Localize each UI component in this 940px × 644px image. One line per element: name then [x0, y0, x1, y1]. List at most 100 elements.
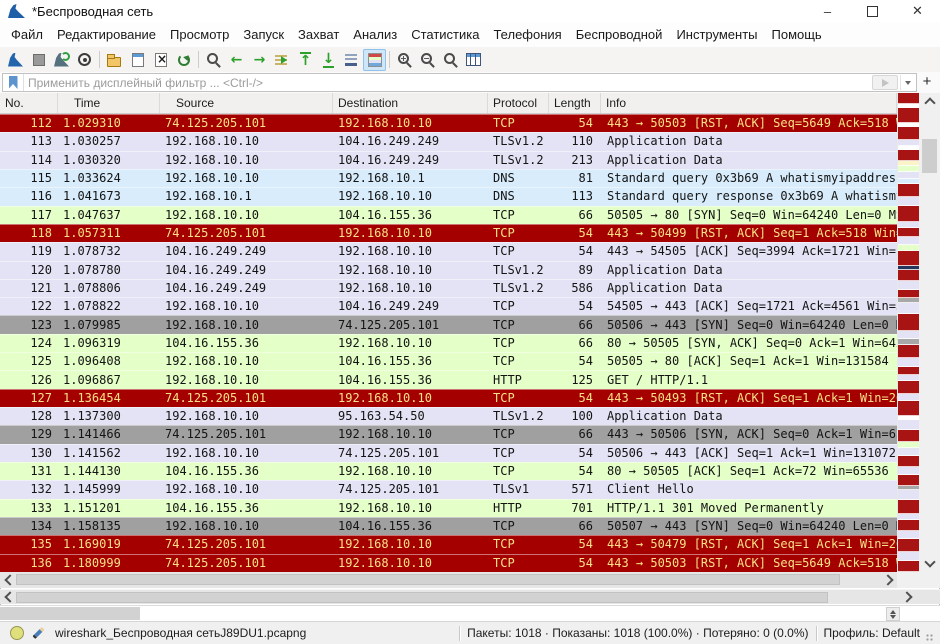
- packet-row[interactable]: 1201.078780104.16.249.249192.168.10.10TL…: [0, 261, 897, 279]
- cell-no: 114: [0, 153, 58, 167]
- menu-item[interactable]: Статистика: [404, 24, 486, 45]
- zoom-out-button[interactable]: [416, 49, 439, 71]
- capture-options-button[interactable]: [73, 49, 96, 71]
- packet-row[interactable]: 1281.137300192.168.10.1095.163.54.50TLSv…: [0, 407, 897, 425]
- packet-row[interactable]: 1301.141562192.168.10.1074.125.205.101TC…: [0, 444, 897, 462]
- column-header-time[interactable]: Time: [58, 93, 160, 113]
- packet-list-hscrollbar[interactable]: [0, 572, 897, 588]
- expert-info-button[interactable]: [10, 626, 24, 640]
- display-filter-input[interactable]: [24, 76, 872, 90]
- menu-item[interactable]: Запуск: [236, 24, 291, 45]
- packet-row[interactable]: 1221.078822192.168.10.10104.16.249.249TC…: [0, 297, 897, 315]
- packet-row[interactable]: 1341.158135192.168.10.10104.16.155.36TCP…: [0, 517, 897, 535]
- packet-row[interactable]: 1181.05731174.125.205.101192.168.10.10TC…: [0, 224, 897, 242]
- column-header-length[interactable]: Length: [549, 93, 601, 113]
- window-title: *Беспроводная сеть: [32, 4, 153, 19]
- column-header-protocol[interactable]: Protocol: [488, 93, 549, 113]
- minimize-button[interactable]: –: [805, 0, 850, 22]
- cell-src: 192.168.10.10: [160, 446, 333, 460]
- menu-item[interactable]: Редактирование: [50, 24, 163, 45]
- scroll-left-button[interactable]: [0, 572, 16, 588]
- start-capture-button[interactable]: [4, 49, 27, 71]
- scroll-right-button[interactable]: [900, 590, 916, 604]
- cell-time: 1.078822: [58, 299, 160, 313]
- scroll-left-button[interactable]: [0, 590, 16, 604]
- column-header-source[interactable]: Source: [160, 93, 333, 113]
- stop-capture-button[interactable]: [27, 49, 50, 71]
- menu-item[interactable]: Анализ: [346, 24, 404, 45]
- packet-row[interactable]: 1351.16901974.125.205.101192.168.10.10TC…: [0, 535, 897, 553]
- column-header-no[interactable]: No.: [0, 93, 58, 113]
- open-file-icon: [106, 52, 123, 68]
- close-file-button[interactable]: [149, 49, 172, 71]
- colorize-button[interactable]: [363, 49, 386, 71]
- resize-grip-icon[interactable]: [926, 634, 934, 642]
- hscrollbar-thumb[interactable]: [16, 592, 828, 603]
- filter-dropdown-button[interactable]: [900, 75, 915, 90]
- menu-item[interactable]: Беспроводной: [569, 24, 670, 45]
- packet-row[interactable]: 1321.145999192.168.10.1074.125.205.101TL…: [0, 480, 897, 498]
- filter-apply-button[interactable]: [872, 75, 898, 90]
- first-packet-button[interactable]: ↑: [294, 49, 317, 71]
- packet-row[interactable]: 1271.13645474.125.205.101192.168.10.10TC…: [0, 389, 897, 407]
- find-packet-button[interactable]: [202, 49, 225, 71]
- packet-row[interactable]: 1311.144130104.16.155.36192.168.10.10TCP…: [0, 462, 897, 480]
- zoom-100-button[interactable]: [439, 49, 462, 71]
- cell-len: 54: [549, 556, 601, 570]
- next-packet-button[interactable]: →: [248, 49, 271, 71]
- menu-item[interactable]: Телефония: [486, 24, 568, 45]
- packet-row[interactable]: 1241.096319104.16.155.36192.168.10.10TCP…: [0, 334, 897, 352]
- secondary-hscrollbar[interactable]: [0, 589, 940, 604]
- packet-row[interactable]: 1361.18099974.125.205.101192.168.10.10TC…: [0, 554, 897, 572]
- cell-info: 443 → 50503 [RST, ACK] Seq=5649 Ack=518 …: [601, 556, 897, 570]
- pane-spinner[interactable]: [886, 607, 900, 621]
- packet-row[interactable]: 1291.14146674.125.205.101192.168.10.10TC…: [0, 425, 897, 443]
- last-packet-button[interactable]: ↓: [317, 49, 340, 71]
- reload-file-button[interactable]: [172, 49, 195, 71]
- column-header-destination[interactable]: Destination: [333, 93, 488, 113]
- packet-row[interactable]: 1121.02931074.125.205.101192.168.10.10TC…: [0, 114, 897, 132]
- restart-capture-button[interactable]: [50, 49, 73, 71]
- previous-packet-button[interactable]: ←: [225, 49, 248, 71]
- vertical-scrollbar-thumb[interactable]: [922, 139, 937, 173]
- maximize-button[interactable]: [850, 0, 895, 22]
- open-file-button[interactable]: [103, 49, 126, 71]
- menu-item[interactable]: Инструменты: [669, 24, 764, 45]
- packet-row[interactable]: 1141.030320192.168.10.10104.16.249.249TL…: [0, 151, 897, 169]
- cell-time: 1.078732: [58, 244, 160, 258]
- save-file-button[interactable]: [126, 49, 149, 71]
- menu-item[interactable]: Захват: [291, 24, 346, 45]
- scroll-right-button[interactable]: [881, 572, 897, 588]
- column-header-info[interactable]: Info: [601, 93, 897, 113]
- zoom-in-button[interactable]: [393, 49, 416, 71]
- packet-row[interactable]: 1131.030257192.168.10.10104.16.249.249TL…: [0, 132, 897, 150]
- resize-columns-button[interactable]: [462, 49, 485, 71]
- cell-no: 115: [0, 171, 58, 185]
- go-to-packet-button[interactable]: [271, 49, 294, 71]
- packet-row[interactable]: 1261.096867192.168.10.10104.16.155.36HTT…: [0, 370, 897, 388]
- cell-no: 118: [0, 226, 58, 240]
- auto-scroll-button[interactable]: [340, 49, 363, 71]
- toolbar-separator: [99, 51, 100, 68]
- hscrollbar-thumb[interactable]: [16, 574, 840, 585]
- intelligent-scrollbar-minimap[interactable]: [897, 93, 919, 572]
- profile-selector[interactable]: Профиль: Default: [824, 626, 921, 640]
- capture-comment-icon[interactable]: [32, 627, 44, 639]
- packet-row[interactable]: 1161.041673192.168.10.1192.168.10.10DNS1…: [0, 187, 897, 205]
- packet-row[interactable]: 1331.151201104.16.155.36192.168.10.10HTT…: [0, 499, 897, 517]
- menu-item[interactable]: Файл: [4, 24, 50, 45]
- packet-row[interactable]: 1171.047637192.168.10.10104.16.155.36TCP…: [0, 206, 897, 224]
- scroll-up-button[interactable]: [919, 93, 940, 110]
- menu-item[interactable]: Просмотр: [163, 24, 236, 45]
- packet-row[interactable]: 1151.033624192.168.10.10192.168.10.1DNS8…: [0, 169, 897, 187]
- packet-row[interactable]: 1191.078732104.16.249.249192.168.10.10TC…: [0, 242, 897, 260]
- menu-item[interactable]: Помощь: [765, 24, 829, 45]
- filter-bookmark-button[interactable]: [3, 74, 24, 91]
- vertical-scrollbar[interactable]: [919, 93, 940, 572]
- close-button[interactable]: ✕: [895, 0, 940, 22]
- filter-add-button[interactable]: +: [919, 72, 935, 91]
- scroll-down-button[interactable]: [919, 555, 940, 572]
- packet-row[interactable]: 1211.078806104.16.249.249192.168.10.10TL…: [0, 279, 897, 297]
- packet-row[interactable]: 1231.079985192.168.10.1074.125.205.101TC…: [0, 315, 897, 333]
- packet-row[interactable]: 1251.096408192.168.10.10104.16.155.36TCP…: [0, 352, 897, 370]
